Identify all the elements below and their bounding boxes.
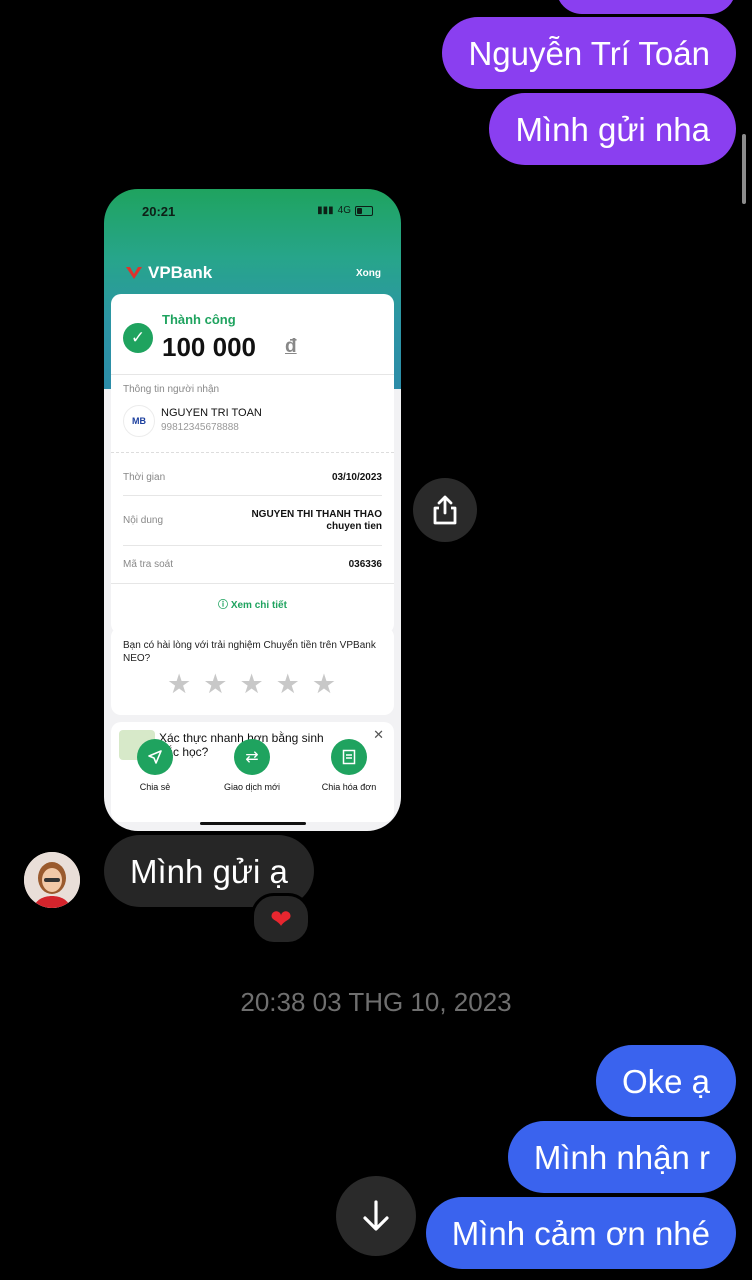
shared-image-bank-receipt[interactable]: 20:21 ▮▮▮ 4G VPBank Xong ✓ Thành công 10… <box>104 189 401 831</box>
scroll-to-bottom-button[interactable] <box>336 1176 416 1256</box>
avatar-image <box>24 852 80 908</box>
success-label: Thành công <box>162 312 236 327</box>
new-transaction-action: ⇄ Giao dịch mới <box>207 739 297 792</box>
content-label: Nội dung <box>123 515 164 526</box>
rating-stars: ★ ★ ★ ★ ★ <box>167 671 336 698</box>
vpbank-logo-icon <box>126 267 142 279</box>
trace-value: 036336 <box>348 559 382 570</box>
transaction-card: ✓ Thành công 100 000 đ Thông tin người n… <box>111 294 394 634</box>
sent-message[interactable]: Nguyễn Trí Toán <box>442 17 736 89</box>
amount: 100 000 <box>162 332 256 362</box>
star-icon: ★ <box>311 669 337 699</box>
done-button: Xong <box>356 268 381 279</box>
star-icon: ★ <box>203 669 228 699</box>
time-value: 03/10/2023 <box>331 472 382 483</box>
timestamp: 20:38 03 THG 10, 2023 <box>240 987 512 1017</box>
signal-icon: ▮▮▮ <box>317 205 334 216</box>
check-icon: ✓ <box>123 323 153 353</box>
phone-network: ▮▮▮ 4G <box>317 205 373 216</box>
divider <box>123 545 382 546</box>
swap-icon: ⇄ <box>234 739 270 775</box>
bill-icon <box>331 739 367 775</box>
recipient-account: 99812345678888 <box>161 422 239 433</box>
message-bubble-partial[interactable] <box>556 0 736 14</box>
home-indicator <box>200 822 306 825</box>
split-bill-action: Chia hóa đơn <box>304 739 394 792</box>
divider <box>123 495 382 496</box>
heart-icon: ❤ <box>270 903 292 934</box>
share-action: Chia sẻ <box>110 739 200 792</box>
content-line1: NGUYEN THI THANH THAO <box>251 509 382 520</box>
divider <box>111 583 394 584</box>
sent-message[interactable]: Mình cảm ơn nhé <box>425 1197 736 1269</box>
arrow-down-icon <box>363 1200 389 1231</box>
star-icon: ★ <box>239 669 264 699</box>
recipient-name: NGUYEN TRI TOAN <box>161 407 262 419</box>
rating-card: Bạn có hài lòng với trải nghiệm Chuyển t… <box>111 627 394 715</box>
phone-status-time: 20:21 <box>142 204 176 219</box>
sent-message[interactable]: Mình gửi nha <box>489 93 736 165</box>
recipient-section-label: Thông tin người nhận <box>123 384 220 395</box>
currency: đ <box>285 336 297 357</box>
trace-label: Mã tra soát <box>123 559 174 570</box>
scrollbar[interactable] <box>742 134 746 204</box>
sent-message[interactable]: Mình nhận r <box>507 1121 736 1193</box>
avatar[interactable] <box>24 852 80 908</box>
star-icon: ★ <box>167 669 192 699</box>
heart-reaction[interactable]: ❤ <box>251 893 311 945</box>
star-icon: ★ <box>275 669 300 699</box>
info-icon: ⓘ <box>218 600 229 611</box>
divider <box>111 374 394 375</box>
view-details-link: ⓘ Xem chi tiết <box>218 600 287 611</box>
vpbank-logo: VPBank <box>124 263 212 283</box>
mb-bank-logo: MB <box>123 405 155 437</box>
rating-question: Bạn có hài lòng với trải nghiệm Chuyển t… <box>123 640 376 664</box>
send-icon <box>137 739 173 775</box>
sent-message[interactable]: Oke ạ <box>595 1045 736 1117</box>
time-label: Thời gian <box>123 472 166 483</box>
share-button[interactable] <box>413 478 477 542</box>
content-line2: chuyen tien <box>326 521 382 532</box>
battery-icon <box>355 205 373 216</box>
divider <box>111 452 394 454</box>
share-icon <box>433 495 457 525</box>
